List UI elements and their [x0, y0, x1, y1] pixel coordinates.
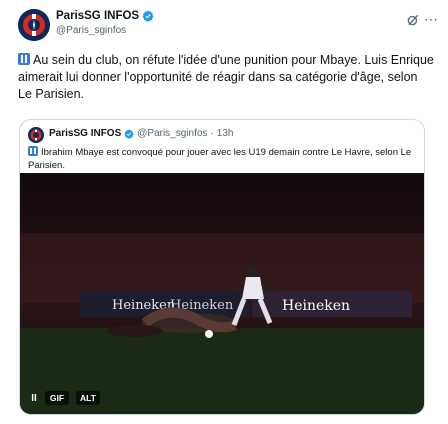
psg-logo-icon [18, 9, 50, 41]
football-scene-image: Heineken Heineken Heineken [20, 173, 424, 414]
verified-badge-icon [124, 128, 134, 139]
quote-text-content: Ibrahim Mbaye est convoqué pour jouer av… [28, 147, 412, 171]
gif-badge: GIF [45, 391, 69, 405]
quote-time: 13h [216, 128, 234, 139]
verified-badge-icon [142, 10, 154, 22]
quote-author-name: ParisSG INFOS [49, 128, 122, 139]
author-name[interactable]: ParisSG INFOS [56, 10, 139, 22]
quote-author-handle: @Paris_sginfos [137, 128, 208, 139]
quote-header: ParisSG INFOS @Paris_sginfos · 13h [49, 128, 233, 139]
pause-button[interactable]: II [28, 391, 40, 405]
tweet-text: Au sein du club, on réfute l'idée d'une … [18, 52, 434, 103]
ad-board-text: Heineken [282, 298, 350, 314]
tweet-text-content: Au sein du club, on réfute l'idée d'une … [18, 53, 434, 101]
more-options-icon[interactable]: ⋯ [424, 11, 439, 28]
pause-emoji-icon [18, 53, 30, 65]
psg-logo-icon [28, 127, 44, 143]
author-avatar[interactable] [18, 9, 50, 41]
grok-icon[interactable] [406, 13, 420, 27]
quote-text: Ibrahim Mbaye est convoqué pour jouer av… [28, 146, 418, 172]
quoted-tweet[interactable]: ParisSG INFOS @Paris_sginfos · 13h Ibrah… [19, 119, 425, 415]
quote-separator: · [210, 128, 214, 139]
author-handle[interactable]: @Paris_sginfos [56, 25, 126, 36]
quote-author-avatar [28, 127, 44, 143]
video-media[interactable]: Heineken Heineken Heineken II GIF ALT [20, 173, 424, 414]
alt-text-button[interactable]: ALT [76, 391, 100, 405]
author-name-row[interactable]: ParisSG INFOS [56, 10, 154, 22]
pause-emoji-icon [28, 146, 38, 156]
